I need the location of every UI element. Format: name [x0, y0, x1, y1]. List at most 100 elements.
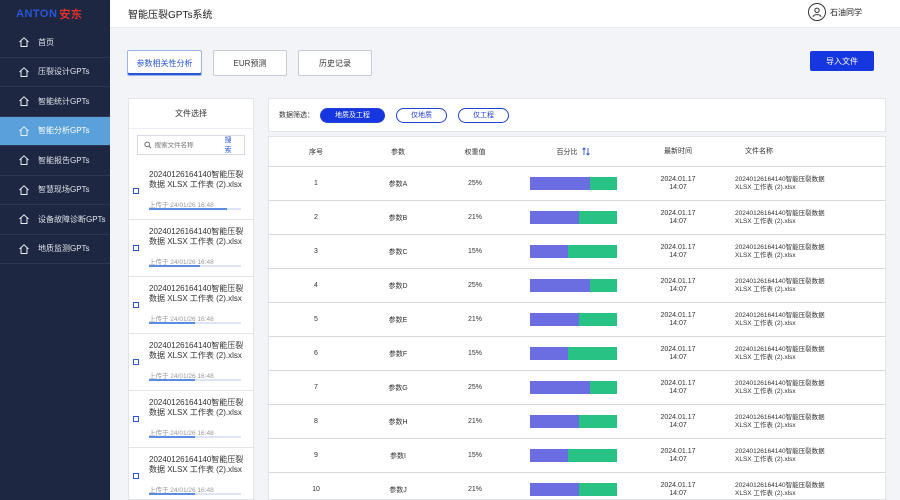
sidebar-item-3[interactable]: 智能统计GPTs — [0, 87, 110, 117]
file-checkbox[interactable] — [133, 473, 139, 479]
file-checkbox[interactable] — [133, 188, 139, 194]
cell-time: 2024.01.17 14:07 — [629, 210, 727, 226]
filter-geo-and-eng[interactable]: 地质及工程 — [320, 107, 385, 123]
file-name: 20240126164140智能压裂数据 XLSX 工作表 (2).xlsx — [149, 227, 244, 246]
sidebar-item-4[interactable]: 智能分析GPTs — [0, 116, 110, 146]
col-header-percent[interactable]: 百分比 — [517, 147, 629, 157]
percent-bar-purple — [529, 415, 580, 428]
cell-file-line1: 20240126164140智能压裂数据 — [735, 413, 825, 421]
cell-file: 20240126164140智能压裂数据 XLSX 工作表 (2).xlsx — [727, 346, 885, 362]
file-item[interactable]: 20240126164140智能压裂数据 XLSX 工作表 (2).xlsx 上传… — [129, 391, 253, 448]
avatar[interactable] — [808, 3, 826, 21]
file-progress-bar — [149, 265, 241, 267]
file-item[interactable]: 20240126164140智能压裂数据 XLSX 工作表 (2).xlsx 上传… — [129, 277, 253, 334]
filter-eng-only[interactable]: 仅工程 — [458, 107, 509, 123]
table-row[interactable]: 6 参数F 15% 2024.01.17 14:07 20240126164140智能压裂… — [269, 337, 885, 371]
table-row[interactable]: 3 参数C 15% 2024.01.17 14:07 20240126164140智能压裂… — [269, 235, 885, 269]
table-row[interactable]: 5 参数E 21% 2024.01.17 14:07 20240126164140智能压裂… — [269, 303, 885, 337]
file-item[interactable]: 20240126164140智能压裂数据 XLSX 工作表 (2).xlsx 上传… — [129, 163, 253, 220]
table-row[interactable]: 10 参数J 21% 2024.01.17 14:07 20240126164140智能压… — [269, 473, 885, 499]
tab-eur-prediction[interactable]: EUR预测 — [213, 50, 287, 76]
cell-time: 2024.01.17 14:07 — [629, 312, 727, 328]
file-search-button[interactable]: 搜索 — [225, 135, 238, 155]
percent-bar — [529, 313, 617, 326]
col-header-file: 文件名称 — [745, 147, 773, 155]
file-item[interactable]: 20240126164140智能压裂数据 XLSX 工作表 (2).xlsx 上传… — [129, 334, 253, 391]
cell-no: 1 — [314, 180, 318, 187]
main-content: 参数相关性分析 EUR预测 历史记录 导入文件 文件选择 搜索 20240126… — [110, 28, 900, 500]
cell-file-line1: 20240126164140智能压裂数据 — [735, 243, 825, 251]
file-panel: 文件选择 搜索 20240126164140智能压裂数据 XLSX 工作表 (2… — [128, 98, 254, 500]
cell-date: 2024.01.17 — [660, 209, 696, 217]
percent-bar — [529, 449, 617, 462]
tab-correlation-analysis[interactable]: 参数相关性分析 — [127, 50, 202, 76]
filter-geo-only[interactable]: 仅地质 — [396, 107, 447, 123]
sidebar-item-1[interactable]: 首页 — [0, 28, 110, 58]
user-menu[interactable]: 石油同学 — [808, 3, 862, 21]
cell-time: 2024.01.17 14:07 — [629, 346, 727, 362]
cell-no: 7 — [314, 384, 318, 391]
cell-file-line1: 20240126164140智能压裂数据 — [735, 175, 825, 183]
cell-date: 2024.01.17 — [660, 277, 696, 285]
percent-bar-green — [579, 415, 617, 428]
percent-bar-purple — [529, 313, 580, 326]
table-row[interactable]: 2 参数B 21% 2024.01.17 14:07 20240126164140智能压裂… — [269, 201, 885, 235]
cell-clock: 14:07 — [669, 285, 687, 293]
sidebar-item-label: 智能分析GPTs — [38, 126, 90, 136]
file-checkbox[interactable] — [133, 302, 139, 308]
file-checkbox[interactable] — [133, 416, 139, 422]
file-progress-fill — [149, 265, 200, 267]
percent-bar — [529, 177, 617, 190]
file-name: 20240126164140智能压裂数据 XLSX 工作表 (2).xlsx — [149, 284, 244, 303]
cell-file: 20240126164140智能压裂数据 XLSX 工作表 (2).xlsx — [727, 210, 885, 226]
percent-bar-green — [579, 483, 617, 496]
table-row[interactable]: 1 参数A 25% 2024.01.17 14:07 20240126164140智能压裂… — [269, 167, 885, 201]
cell-weight: 25% — [467, 282, 482, 289]
cell-param: 参数E — [388, 316, 408, 324]
sidebar-item-7[interactable]: 设备故障诊断GPTs — [0, 205, 110, 235]
percent-bar-purple — [529, 279, 591, 292]
percent-bar-purple — [529, 449, 568, 462]
home-icon — [18, 184, 30, 196]
cell-time: 2024.01.17 14:07 — [629, 414, 727, 430]
table-row[interactable]: 7 参数G 25% 2024.01.17 14:07 20240126164140智能压裂… — [269, 371, 885, 405]
file-progress-bar — [149, 379, 241, 381]
cell-clock: 14:07 — [669, 489, 687, 497]
cell-file-line1: 20240126164140智能压裂数据 — [735, 345, 825, 353]
file-search-input[interactable] — [154, 141, 225, 149]
percent-bar — [529, 415, 617, 428]
cell-percent — [517, 415, 629, 428]
sidebar-nav: 首页 压裂设计GPTs 智能统计GPTs 智能分析GPTs 智能报告GPTs 智慧现场GP… — [0, 28, 110, 264]
home-icon — [18, 213, 30, 225]
top-header: 智能压裂GPTs系统 石油同学 — [110, 0, 900, 28]
col-header-time: 最新时间 — [664, 147, 692, 155]
cell-weight: 25% — [467, 180, 482, 187]
table-row[interactable]: 8 参数H 21% 2024.01.17 14:07 20240126164140智能压裂… — [269, 405, 885, 439]
file-progress-bar — [149, 493, 241, 495]
sidebar-item-5[interactable]: 智能报告GPTs — [0, 146, 110, 176]
file-checkbox[interactable] — [133, 359, 139, 365]
tab-history[interactable]: 历史记录 — [298, 50, 372, 76]
results-table: 序号 参数 权重值 百分比 最新时间 文件名称 1 参数A 25% 2024.01.1… — [268, 136, 886, 500]
percent-bar-green — [590, 279, 617, 292]
file-item[interactable]: 20240126164140智能压裂数据 XLSX 工作表 (2).xlsx 上传… — [129, 220, 253, 277]
sidebar-item-2[interactable]: 压裂设计GPTs — [0, 58, 110, 87]
cell-file-line2: XLSX 工作表 (2).xlsx — [735, 455, 796, 463]
file-checkbox[interactable] — [133, 245, 139, 251]
cell-file-line1: 20240126164140智能压裂数据 — [735, 481, 825, 489]
table-row[interactable]: 9 参数I 15% 2024.01.17 14:07 20240126164140智能压裂… — [269, 439, 885, 473]
cell-no: 5 — [314, 316, 318, 323]
table-row[interactable]: 4 参数D 25% 2024.01.17 14:07 20240126164140智能压裂… — [269, 269, 885, 303]
file-item[interactable]: 20240126164140智能压裂数据 XLSX 工作表 (2).xlsx 上传… — [129, 448, 253, 499]
cell-no: 6 — [314, 350, 318, 357]
cell-file-line2: XLSX 工作表 (2).xlsx — [735, 387, 796, 395]
file-progress-fill — [149, 436, 195, 438]
home-icon — [18, 243, 30, 255]
sidebar-item-8[interactable]: 地质监测GPTs — [0, 235, 110, 264]
percent-bar-green — [579, 211, 617, 224]
cell-weight: 15% — [467, 350, 482, 357]
sidebar-item-6[interactable]: 智慧现场GPTs — [0, 176, 110, 205]
sort-icon[interactable] — [581, 147, 590, 156]
import-file-button[interactable]: 导入文件 — [810, 51, 874, 71]
percent-bar-green — [567, 449, 617, 462]
